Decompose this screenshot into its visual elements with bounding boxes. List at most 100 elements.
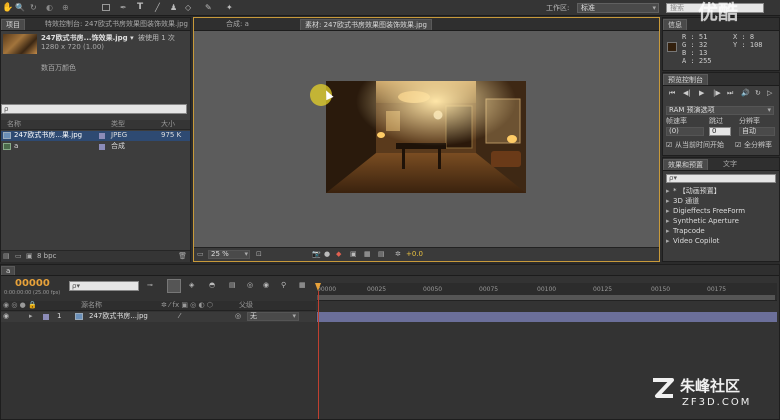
- roto-brush-tool-icon[interactable]: ✎: [205, 3, 215, 13]
- layer-name[interactable]: 247欧式书房...jpg: [89, 312, 148, 321]
- last-frame-button[interactable]: ⏭: [727, 89, 733, 98]
- workspace-select[interactable]: 标准 ▾: [577, 3, 659, 13]
- transparency-grid-icon[interactable]: ▦: [364, 250, 371, 259]
- label-color-swatch[interactable]: [99, 133, 105, 139]
- layer-duration-bar[interactable]: [317, 312, 777, 322]
- show-snapshot-icon[interactable]: ●: [324, 250, 330, 259]
- new-folder-icon[interactable]: ▭: [15, 252, 22, 261]
- puppet-tool-icon[interactable]: ✦: [226, 3, 236, 13]
- project-search-input[interactable]: ρ: [1, 104, 187, 114]
- pan-behind-tool-icon[interactable]: ⊕: [62, 3, 72, 13]
- audio-icon[interactable]: 🔊: [741, 89, 750, 98]
- ram-preview-button[interactable]: ▷: [767, 89, 772, 98]
- frame-blending-icon[interactable]: ▤: [229, 281, 236, 290]
- expand-triangle-icon[interactable]: ▸: [29, 312, 33, 321]
- effect-category-label: 3D 通道: [673, 197, 700, 205]
- video-visibility-icon[interactable]: ◉: [3, 312, 9, 321]
- exposure-value[interactable]: +0.0: [406, 250, 423, 259]
- new-comp-icon[interactable]: ▣: [26, 252, 33, 261]
- camera-tool-icon[interactable]: ◐: [46, 3, 56, 13]
- chevron-down-icon: ▾: [652, 4, 656, 12]
- loop-icon[interactable]: ↻: [755, 89, 761, 98]
- list-item[interactable]: ▸ Video Copilot: [666, 237, 776, 247]
- footage-file-name[interactable]: 247欧式书房...饰效果.jpg ▾: [41, 34, 134, 43]
- layer-label-swatch[interactable]: [43, 314, 49, 320]
- motion-blur-icon[interactable]: ◎: [247, 281, 253, 290]
- tab-timeline-comp[interactable]: a: [1, 266, 16, 275]
- interpret-footage-icon[interactable]: ▤: [3, 252, 10, 261]
- time-ruler[interactable]: 00000 00025 00050 00075 00100 00125 0015…: [317, 283, 777, 301]
- trash-icon[interactable]: 🗑: [178, 252, 187, 261]
- play-button[interactable]: ▶: [699, 89, 704, 98]
- tab-character[interactable]: 文字: [719, 159, 741, 170]
- draft-3d-icon[interactable]: ◈: [189, 281, 194, 290]
- bpc-label[interactable]: 8 bpc: [37, 252, 56, 261]
- rectangle-tool-icon[interactable]: [102, 4, 110, 11]
- live-update-button[interactable]: [167, 279, 181, 293]
- prev-frame-button[interactable]: ◀|: [683, 89, 691, 98]
- parent-select[interactable]: 无 ▾: [247, 312, 299, 321]
- brush-tool-icon[interactable]: ╱: [155, 3, 165, 13]
- from-current-checkbox[interactable]: ☑: [666, 141, 672, 150]
- tab-effect-controls[interactable]: 特效控制台: 247欧式书房效果图装饰效果.jpg: [41, 19, 192, 30]
- tab-footage[interactable]: 素材: 247欧式书房效果图装饰效果.jpg: [300, 19, 433, 30]
- parent-column[interactable]: 父级: [239, 301, 253, 310]
- timecode-display[interactable]: 00000: [15, 278, 50, 290]
- source-name-column[interactable]: 源名称: [81, 301, 102, 310]
- quality-switch-icon[interactable]: ⁄: [179, 312, 180, 321]
- tab-preview[interactable]: 预览控制台: [663, 74, 708, 85]
- work-area-bar[interactable]: [317, 295, 775, 300]
- channels-icon[interactable]: ◆: [336, 250, 341, 259]
- project-item-row[interactable]: a 合成: [1, 142, 190, 152]
- text-tool-icon[interactable]: T: [137, 2, 147, 12]
- eraser-tool-icon[interactable]: ◇: [185, 3, 195, 13]
- pen-tool-icon[interactable]: ✒: [120, 3, 130, 13]
- zf3d-watermark-name: 朱峰社区: [680, 377, 741, 395]
- clone-stamp-tool-icon[interactable]: ♟: [170, 3, 180, 13]
- comp-mini-flowchart-icon[interactable]: ⊸: [147, 281, 153, 290]
- column-size[interactable]: 大小: [161, 120, 175, 129]
- footage-color-info: 数百万颜色: [41, 64, 76, 72]
- list-item[interactable]: ▸ Synthetic Aperture: [666, 217, 776, 227]
- list-item[interactable]: ▸ * 【动画预置】: [666, 187, 776, 197]
- table-row[interactable]: ◉ ▸ 1 247欧式书房...jpg ⁄ ◎ 无 ▾: [1, 312, 316, 322]
- tab-project[interactable]: 项目: [1, 19, 25, 30]
- footage-used-count: 被使用 1 次: [138, 34, 175, 42]
- tab-composition[interactable]: 合成: a: [222, 19, 253, 30]
- effects-search-input[interactable]: ρ▾: [666, 174, 776, 183]
- list-item[interactable]: ▸ Trapcode: [666, 227, 776, 237]
- list-item[interactable]: ▸ 3D 通道: [666, 197, 776, 207]
- skip-input[interactable]: 0: [709, 127, 731, 136]
- zoom-tool-icon[interactable]: 🔍: [15, 3, 25, 13]
- fit-view-icon[interactable]: ⊡: [256, 250, 262, 259]
- resolution-select[interactable]: 自动: [739, 127, 775, 136]
- full-screen-checkbox[interactable]: ☑: [735, 141, 741, 150]
- column-type[interactable]: 类型: [111, 120, 125, 129]
- full-screen-label: 全分辨率: [744, 141, 772, 149]
- brainstorm-icon[interactable]: ◉: [263, 281, 269, 290]
- shy-layers-icon[interactable]: ◓: [209, 281, 215, 290]
- snapshot-icon[interactable]: 📷: [312, 250, 321, 259]
- column-name[interactable]: 名称: [7, 120, 21, 129]
- label-color-swatch[interactable]: [99, 144, 105, 150]
- next-frame-button[interactable]: |▶: [713, 89, 721, 98]
- auto-keyframe-icon[interactable]: ⚲: [281, 281, 286, 290]
- region-of-interest-icon[interactable]: ▣: [350, 250, 357, 259]
- always-preview-icon[interactable]: ▭: [197, 250, 204, 259]
- frame-rate-select[interactable]: (0): [666, 127, 704, 136]
- tab-effects-presets[interactable]: 效果和预置: [663, 159, 708, 170]
- timeline-search-input[interactable]: ρ▾: [69, 281, 139, 291]
- parent-pickwhip-icon[interactable]: ◎: [235, 312, 241, 321]
- list-item[interactable]: ▸ Digieffects FreeForm: [666, 207, 776, 217]
- rotate-tool-icon[interactable]: ↻: [30, 3, 40, 13]
- zoom-select[interactable]: 25 % ▾: [208, 250, 250, 259]
- graph-editor-icon[interactable]: ▦: [299, 281, 306, 290]
- first-frame-button[interactable]: ⏮: [669, 89, 675, 98]
- safe-margins-icon[interactable]: ▤: [378, 250, 385, 259]
- project-item-row[interactable]: 247欧式书房...果.jpg JPEG 975 K: [1, 131, 190, 141]
- ram-preview-select[interactable]: RAM 预演选项 ▾: [666, 106, 774, 115]
- hand-tool-icon[interactable]: ✋: [2, 3, 13, 13]
- exposure-icon[interactable]: ✲: [395, 250, 401, 259]
- project-bottom-bar: ▤ ▭ ▣ 8 bpc 🗑: [1, 250, 190, 262]
- tab-info[interactable]: 信息: [663, 19, 687, 30]
